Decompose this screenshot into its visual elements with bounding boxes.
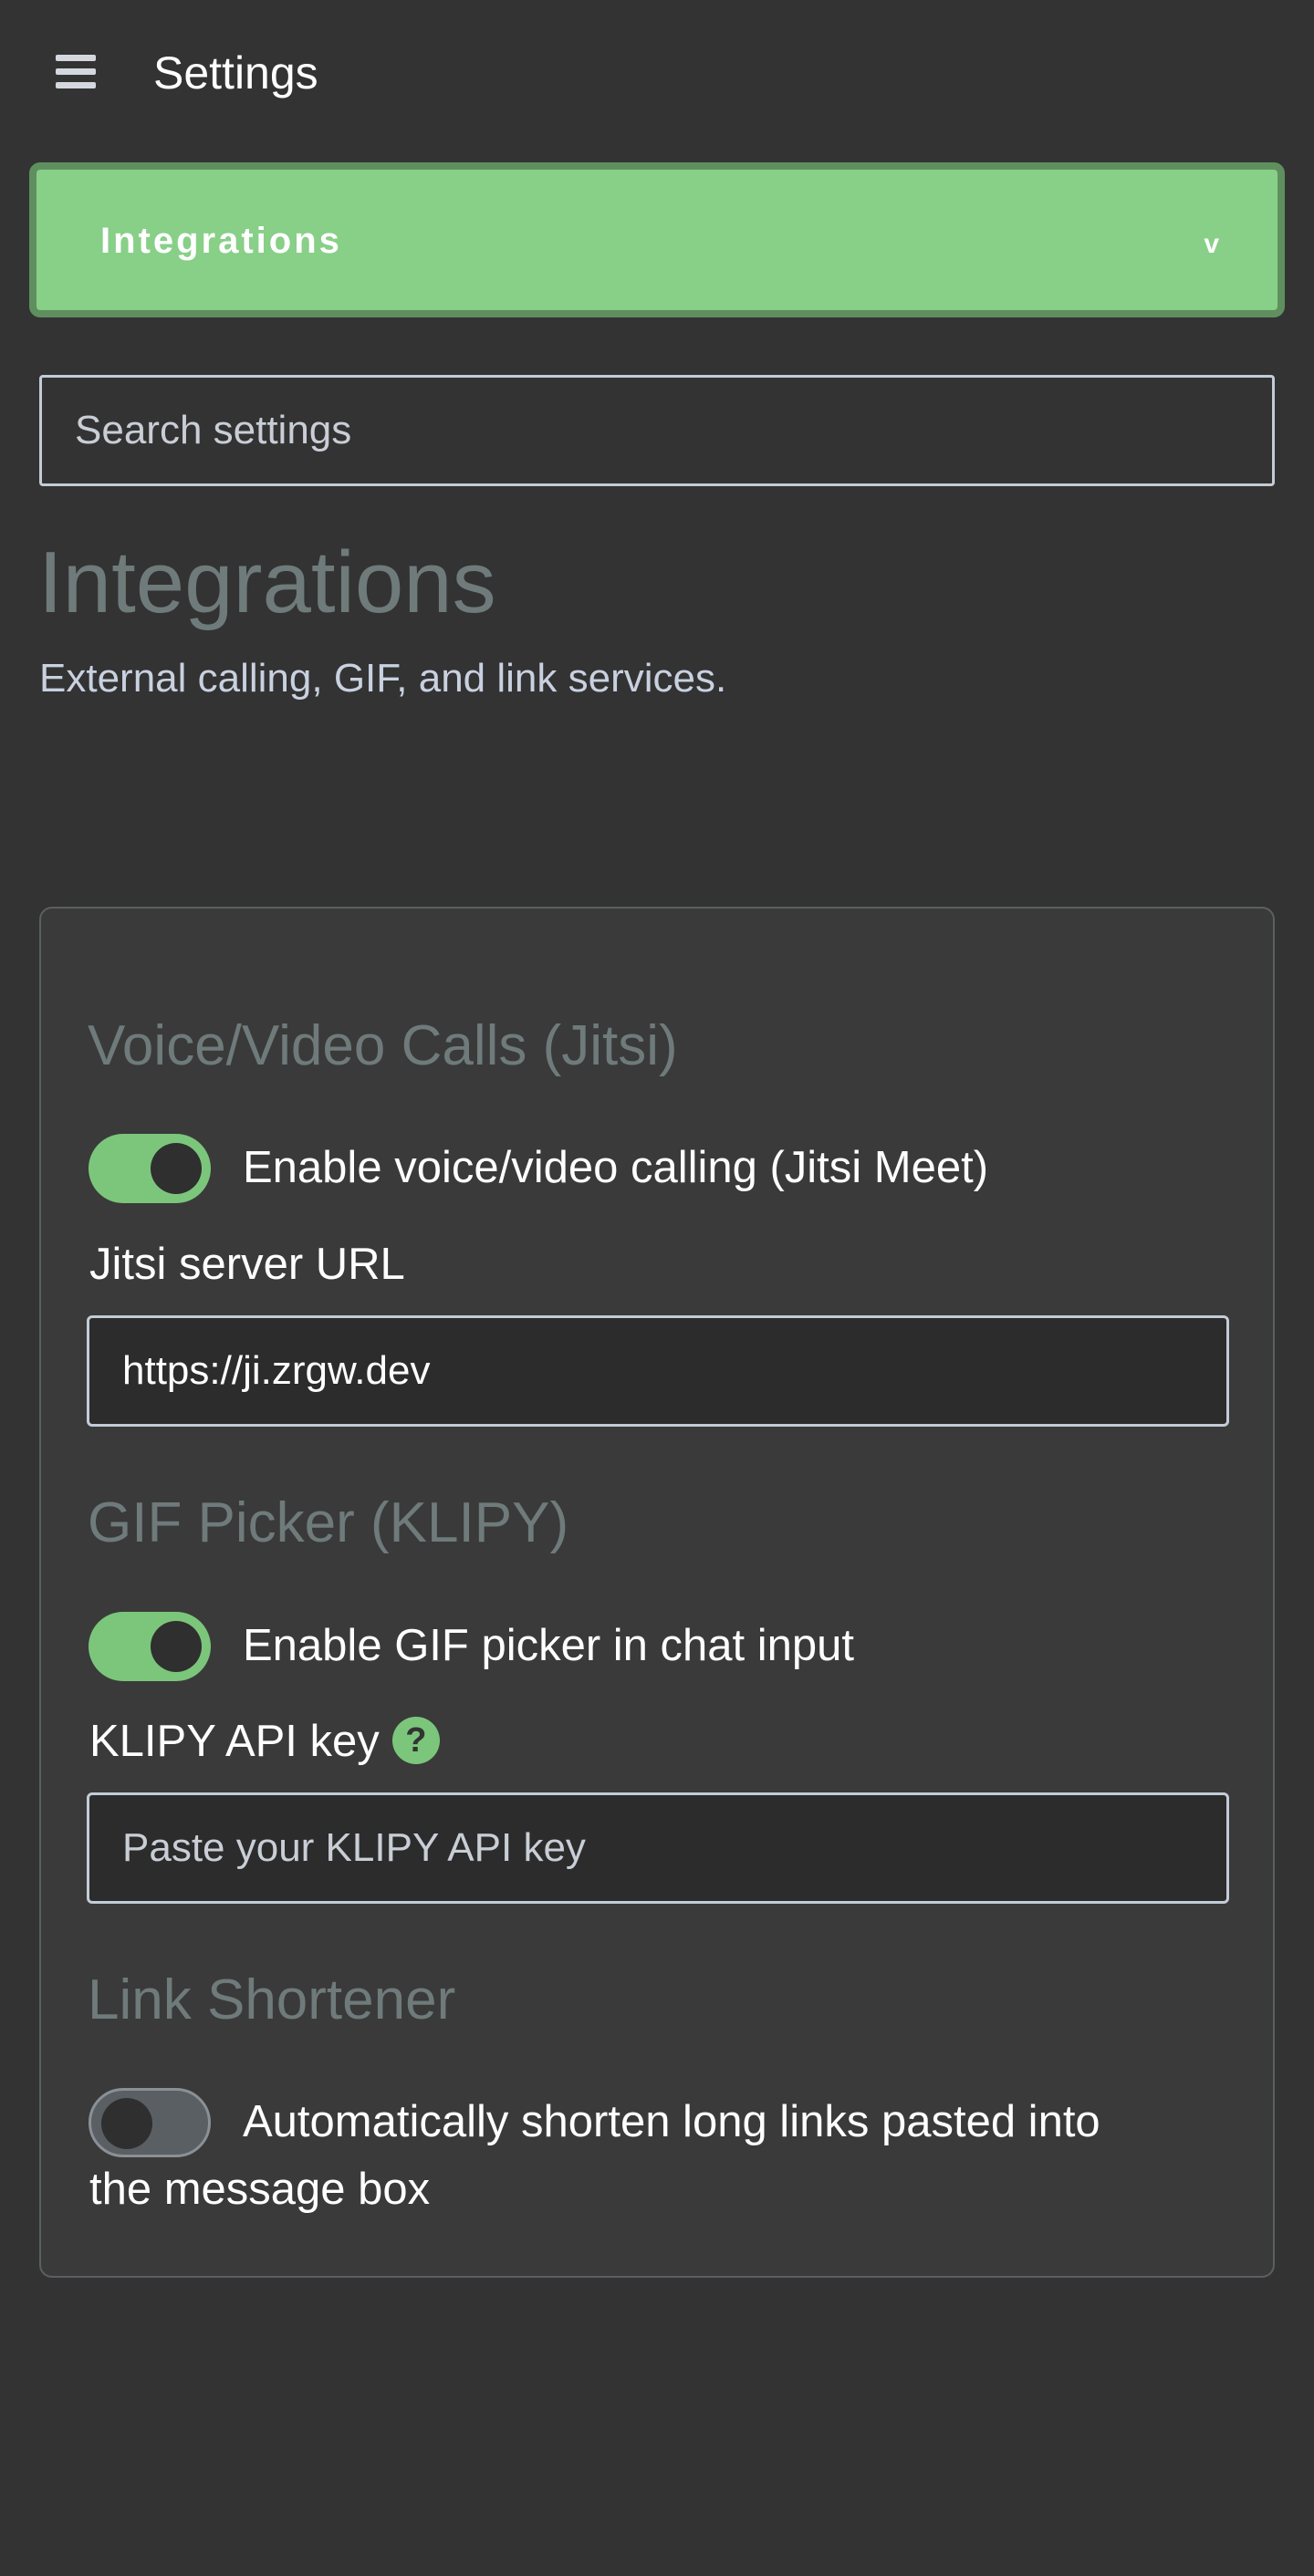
jitsi-server-url-input[interactable] — [87, 1315, 1229, 1427]
klipy-api-key-label-row: KLIPY API key? — [89, 1714, 440, 1769]
gif-picker-toggle[interactable] — [89, 1612, 211, 1681]
selected-category-label: Integrations — [100, 221, 342, 261]
klipy-api-key-label: KLIPY API key — [89, 1717, 380, 1766]
integrations-card: Voice/Video Calls (Jitsi) Enable voice/v… — [39, 907, 1275, 2278]
hamburger-menu-icon[interactable] — [56, 55, 96, 89]
section-title: Integrations — [38, 534, 496, 631]
link-shortener-toggle-label-line2: the message box — [89, 2165, 431, 2214]
help-icon[interactable]: ? — [391, 1717, 440, 1765]
jitsi-section-heading: Voice/Video Calls (Jitsi) — [88, 1014, 678, 1077]
hamburger-line — [56, 82, 96, 88]
gif-picker-toggle-label: Enable GIF picker in chat input — [243, 1621, 855, 1670]
jitsi-calling-toggle[interactable] — [89, 1134, 211, 1203]
settings-category-dropdown[interactable]: Integrations v — [29, 162, 1285, 317]
toggle-knob — [151, 1621, 202, 1672]
jitsi-calling-toggle-label: Enable voice/video calling (Jitsi Meet) — [243, 1143, 989, 1192]
toggle-knob — [101, 2098, 152, 2149]
search-settings-input[interactable] — [39, 375, 1275, 486]
gif-section-heading: GIF Picker (KLIPY) — [88, 1491, 569, 1554]
link-shortener-section-heading: Link Shortener — [88, 1968, 456, 2031]
link-shortener-toggle-label-line1: Automatically shorten long links pasted … — [243, 2097, 1100, 2146]
klipy-api-key-input[interactable] — [87, 1792, 1229, 1904]
chevron-down-icon: v — [1204, 229, 1219, 259]
toggle-knob — [151, 1143, 202, 1194]
section-subtitle: External calling, GIF, and link services… — [39, 656, 727, 701]
link-shortener-toggle[interactable] — [89, 2088, 211, 2157]
page-header-title: Settings — [153, 47, 318, 99]
hamburger-line — [56, 55, 96, 61]
jitsi-server-url-label: Jitsi server URL — [89, 1240, 405, 1289]
hamburger-line — [56, 68, 96, 75]
top-bar: Settings — [0, 0, 1314, 146]
